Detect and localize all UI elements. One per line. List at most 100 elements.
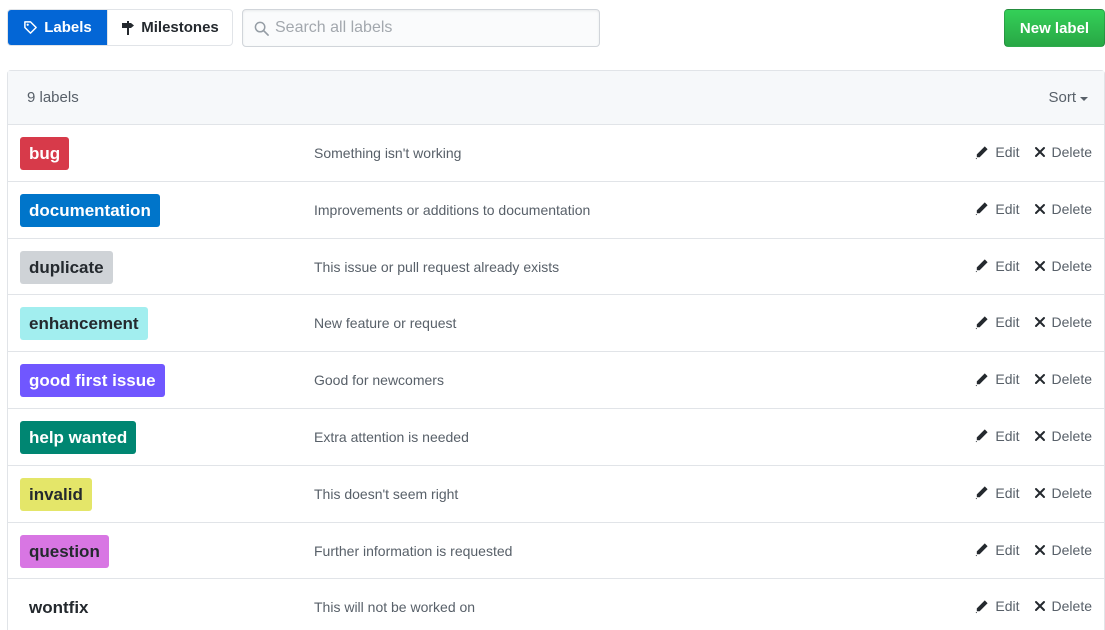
- delete-button[interactable]: Delete: [1034, 485, 1092, 501]
- tab-milestones-text: Milestones: [141, 19, 219, 36]
- edit-button[interactable]: Edit: [974, 200, 1020, 217]
- edit-button[interactable]: Edit: [974, 427, 1020, 444]
- pencil-icon: [974, 315, 989, 330]
- label-actions: Edit Delete: [974, 598, 1092, 614]
- label-description: This issue or pull request already exist…: [314, 258, 560, 275]
- close-icon: [1034, 203, 1046, 215]
- chevron-down-icon: [1080, 96, 1088, 101]
- delete-label: Delete: [1051, 484, 1092, 501]
- label-actions: Edit Delete: [974, 144, 1092, 160]
- label-badge[interactable]: invalid: [20, 477, 92, 511]
- delete-label: Delete: [1051, 371, 1092, 388]
- edit-label: Edit: [995, 598, 1020, 615]
- label-actions: Edit Delete: [974, 542, 1092, 558]
- label-badge[interactable]: enhancement: [20, 307, 148, 341]
- search-input[interactable]: [275, 10, 595, 46]
- close-icon: [1034, 146, 1046, 158]
- delete-button[interactable]: Delete: [1034, 598, 1092, 614]
- tab-labels-text: Labels: [44, 19, 92, 36]
- label-description: Something isn't working: [314, 145, 462, 161]
- edit-label: Edit: [995, 484, 1020, 501]
- label-rows: bug Something isn't working Edit Delete …: [8, 125, 1104, 630]
- delete-label: Delete: [1051, 144, 1092, 160]
- edit-label: Edit: [995, 541, 1020, 558]
- label-actions: Edit Delete: [974, 314, 1092, 330]
- label-description: Extra attention is needed: [314, 428, 469, 445]
- label-badge[interactable]: documentation: [20, 193, 160, 227]
- delete-button[interactable]: Delete: [1034, 201, 1092, 217]
- close-icon: [1034, 316, 1046, 328]
- label-count: 9 labels: [27, 89, 79, 106]
- edit-label: Edit: [995, 200, 1020, 217]
- pencil-icon: [974, 428, 989, 443]
- edit-button[interactable]: Edit: [974, 541, 1020, 558]
- label-row: documentation Improvements or additions …: [8, 182, 1104, 239]
- close-icon: [1034, 430, 1046, 442]
- edit-button[interactable]: Edit: [974, 371, 1020, 388]
- milestone-icon: [121, 20, 135, 36]
- label-row: enhancement New feature or request Edit …: [8, 295, 1104, 353]
- delete-label: Delete: [1051, 427, 1092, 444]
- close-icon: [1034, 260, 1046, 272]
- pencil-icon: [974, 542, 989, 557]
- label-row: invalid This doesn't seem right Edit Del…: [8, 466, 1104, 523]
- edit-label: Edit: [995, 427, 1020, 444]
- delete-button[interactable]: Delete: [1034, 144, 1092, 160]
- label-description: This doesn't seem right: [314, 485, 459, 502]
- label-description: New feature or request: [314, 315, 457, 332]
- new-label-button[interactable]: New label: [1004, 9, 1105, 47]
- edit-button[interactable]: Edit: [974, 257, 1020, 274]
- label-actions: Edit Delete: [974, 485, 1092, 501]
- delete-button[interactable]: Delete: [1034, 428, 1092, 444]
- top-bar: Labels Milestones New label: [0, 0, 1105, 60]
- delete-button[interactable]: Delete: [1034, 371, 1092, 387]
- edit-label: Edit: [995, 371, 1020, 388]
- label-badge[interactable]: bug: [20, 137, 70, 170]
- label-description: Good for newcomers: [314, 372, 444, 389]
- pencil-icon: [974, 258, 989, 273]
- sort-label: Sort: [1048, 89, 1076, 106]
- delete-button[interactable]: Delete: [1034, 258, 1092, 274]
- label-badge[interactable]: help wanted: [20, 420, 137, 454]
- delete-label: Delete: [1051, 257, 1092, 274]
- pencil-icon: [974, 145, 989, 160]
- label-search: [242, 9, 600, 47]
- label-badge[interactable]: duplicate: [20, 250, 113, 284]
- label-row: question Further information is requeste…: [8, 523, 1104, 580]
- close-icon: [1034, 600, 1046, 612]
- delete-label: Delete: [1051, 598, 1092, 615]
- label-row: help wanted Extra attention is needed Ed…: [8, 409, 1104, 466]
- label-description: This will not be worked on: [314, 599, 476, 616]
- edit-button[interactable]: Edit: [974, 598, 1020, 615]
- label-row: good first issue Good for newcomers Edit…: [8, 352, 1104, 409]
- close-icon: [1034, 544, 1046, 556]
- edit-button[interactable]: Edit: [974, 314, 1020, 331]
- pencil-icon: [974, 485, 989, 500]
- labels-list: 9 labels Sort bug Something isn't workin…: [7, 70, 1105, 630]
- label-badge[interactable]: question: [20, 534, 109, 568]
- edit-label: Edit: [995, 257, 1020, 274]
- label-badge[interactable]: good first issue: [20, 364, 165, 398]
- edit-button[interactable]: Edit: [974, 144, 1020, 160]
- label-actions: Edit Delete: [974, 428, 1092, 444]
- delete-button[interactable]: Delete: [1034, 314, 1092, 330]
- label-badge[interactable]: wontfix: [20, 591, 98, 625]
- labels-milestones-nav: Labels Milestones: [7, 9, 233, 46]
- delete-button[interactable]: Delete: [1034, 542, 1092, 558]
- label-row: duplicate This issue or pull request alr…: [8, 239, 1104, 296]
- edit-label: Edit: [995, 144, 1020, 160]
- label-description: Improvements or additions to documentati…: [314, 201, 591, 218]
- label-actions: Edit Delete: [974, 371, 1092, 387]
- tab-milestones[interactable]: Milestones: [107, 10, 232, 45]
- tag-icon: [23, 20, 38, 35]
- labels-list-header: 9 labels Sort: [8, 71, 1104, 125]
- delete-label: Delete: [1051, 314, 1092, 331]
- sort-dropdown[interactable]: Sort: [1048, 89, 1088, 106]
- label-description: Further information is requested: [314, 542, 513, 559]
- tab-labels[interactable]: Labels: [8, 10, 107, 45]
- edit-button[interactable]: Edit: [974, 484, 1020, 501]
- label-row: bug Something isn't working Edit Delete: [8, 125, 1104, 182]
- edit-label: Edit: [995, 314, 1020, 331]
- search-icon: [254, 21, 269, 41]
- pencil-icon: [974, 201, 989, 216]
